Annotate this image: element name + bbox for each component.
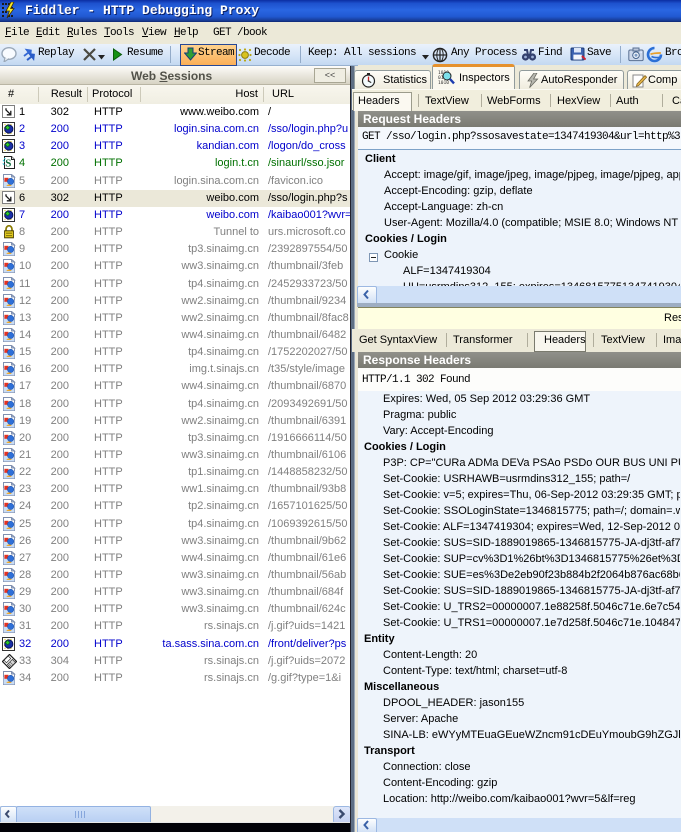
svg-text:S: S bbox=[5, 158, 11, 170]
svg-text:1010: 1010 bbox=[438, 80, 449, 86]
